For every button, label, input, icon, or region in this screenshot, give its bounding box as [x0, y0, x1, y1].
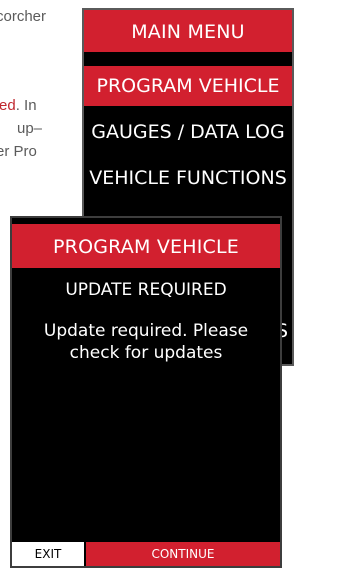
- article-link-text[interactable]: red: [0, 97, 16, 114]
- menu-item-program-vehicle[interactable]: PROGRAM VEHICLE: [84, 66, 292, 106]
- exit-button[interactable]: EXIT: [12, 542, 84, 566]
- article-text-line-2: red. In: [0, 94, 37, 117]
- dialog-title: PROGRAM VEHICLE: [12, 224, 280, 268]
- main-menu-title: MAIN MENU: [84, 10, 292, 52]
- article-text-line-1: corcher: [0, 8, 47, 25]
- article-text-line-4: er Pro: [0, 143, 37, 160]
- menu-item-vehicle-functions[interactable]: VEHICLE FUNCTIONS: [84, 158, 292, 198]
- continue-button[interactable]: CONTINUE: [86, 542, 280, 566]
- article-text-line-3: up–: [17, 120, 43, 137]
- page: corcher red. In up– er Pro MAIN MENU PRO…: [0, 0, 343, 568]
- dialog-message: Update required. Please check for update…: [43, 321, 249, 363]
- menu-item-gauges-data-log[interactable]: GAUGES / DATA LOG: [84, 112, 292, 152]
- dialog-heading: UPDATE REQUIRED: [65, 280, 227, 300]
- program-vehicle-dialog: PROGRAM VEHICLE UPDATE REQUIRED Update r…: [10, 216, 282, 568]
